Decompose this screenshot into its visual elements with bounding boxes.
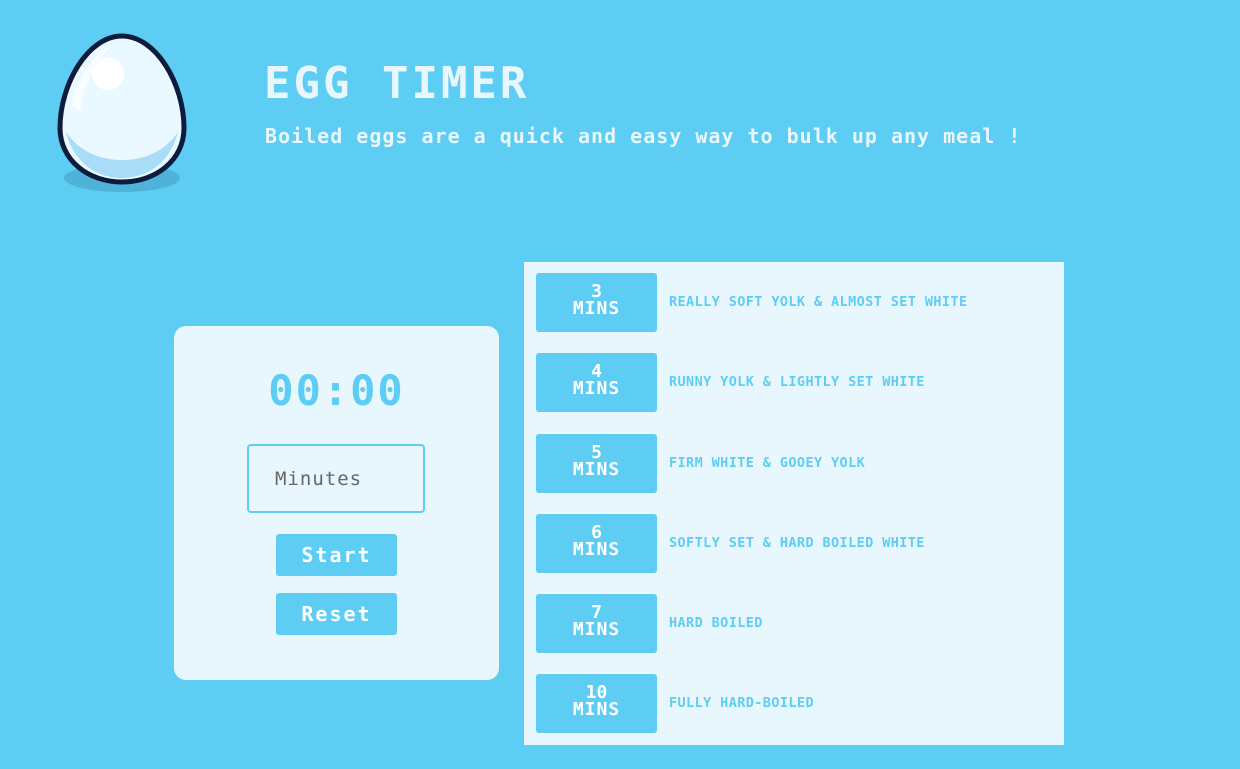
preset-6-mins-button[interactable]: 6 MINS [536, 514, 657, 573]
preset-minutes: 3 [591, 281, 602, 302]
preset-unit: MINS [572, 298, 621, 319]
preset-unit: MINS [572, 699, 621, 720]
preset-minutes: 7 [591, 602, 602, 623]
preset-minutes: 6 [591, 522, 602, 543]
preset-description: RUNNY YOLK & LIGHTLY SET WHITE [669, 374, 925, 390]
time-display: 00:00 [268, 366, 405, 415]
preset-description: REALLY SOFT YOLK & ALMOST SET WHITE [669, 294, 968, 310]
preset-5-mins-button[interactable]: 5 MINS [536, 434, 657, 493]
preset-unit: MINS [572, 539, 621, 560]
preset-10-mins-button[interactable]: 10 MINS [536, 674, 657, 733]
preset-unit: MINS [572, 619, 621, 640]
preset-unit: MINS [572, 378, 621, 399]
timer-card: 00:00 Start Reset [174, 326, 499, 680]
preset-row-3: 3 MINS REALLY SOFT YOLK & ALMOST SET WHI… [536, 273, 1064, 333]
presets-panel: 3 MINS REALLY SOFT YOLK & ALMOST SET WHI… [524, 262, 1064, 745]
preset-description: SOFTLY SET & HARD BOILED WHITE [669, 535, 925, 551]
preset-description: FULLY HARD-BOILED [669, 695, 814, 711]
preset-row-10: 10 MINS FULLY HARD-BOILED [536, 674, 1064, 734]
preset-minutes: 4 [591, 361, 602, 382]
preset-row-6: 6 MINS SOFTLY SET & HARD BOILED WHITE [536, 514, 1064, 574]
preset-minutes: 10 [585, 682, 608, 703]
preset-7-mins-button[interactable]: 7 MINS [536, 594, 657, 653]
minutes-input[interactable] [247, 444, 425, 513]
preset-3-mins-button[interactable]: 3 MINS [536, 273, 657, 332]
preset-4-mins-button[interactable]: 4 MINS [536, 353, 657, 412]
preset-minutes: 5 [591, 442, 602, 463]
preset-description: FIRM WHITE & GOOEY YOLK [669, 455, 866, 471]
pixel-egg-icon [57, 33, 187, 192]
preset-description: HARD BOILED [669, 615, 763, 631]
preset-unit: MINS [572, 459, 621, 480]
preset-row-4: 4 MINS RUNNY YOLK & LIGHTLY SET WHITE [536, 353, 1064, 413]
preset-row-5: 5 MINS FIRM WHITE & GOOEY YOLK [536, 434, 1064, 494]
page-title: EGG TIMER [264, 58, 530, 109]
start-button[interactable]: Start [276, 534, 397, 576]
reset-button[interactable]: Reset [276, 593, 397, 635]
page-subtitle: Boiled eggs are a quick and easy way to … [265, 124, 1022, 148]
preset-row-7: 7 MINS HARD BOILED [536, 594, 1064, 654]
